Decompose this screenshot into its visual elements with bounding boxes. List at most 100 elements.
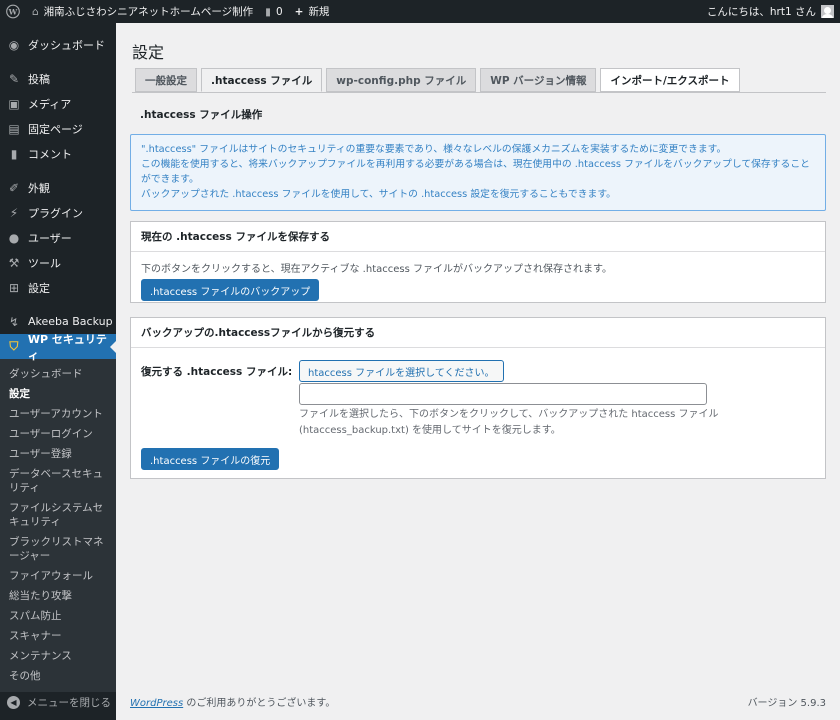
- submenu-item[interactable]: スキャナー: [0, 626, 116, 646]
- menu-label: Akeeba Backup: [28, 315, 113, 328]
- restore-description-line: ファイルを選択したら、下のボタンをクリックして、バックアップされた htacce…: [299, 409, 719, 420]
- backup-htaccess-button[interactable]: .htaccess ファイルのバックアップ: [141, 279, 320, 301]
- submenu-item[interactable]: ファイアウォール: [0, 566, 116, 586]
- plus-icon: +: [294, 5, 304, 18]
- menu-label: ツール: [28, 256, 61, 270]
- greeting: こんにちは、hrt1 さん: [706, 6, 816, 18]
- comment-icon: ▮: [10, 146, 18, 161]
- dashboard-icon: ◉: [8, 37, 20, 52]
- tab-htaccess[interactable]: .htaccess ファイル: [201, 68, 323, 92]
- page-icon: ▤: [8, 121, 20, 136]
- settings-icon: ⊞: [8, 280, 20, 295]
- new-content-link[interactable]: + 新規: [289, 0, 336, 23]
- settings-tabs: 一般設定 .htaccess ファイル wp-config.php ファイル W…: [135, 68, 744, 92]
- comment-icon: ▮: [265, 5, 271, 18]
- submenu-item[interactable]: ファイルシステムセキュリティ: [0, 498, 116, 532]
- svg-text:W: W: [8, 7, 18, 16]
- user-icon: ●: [8, 230, 20, 245]
- tab-wp-version[interactable]: WP バージョン情報: [480, 68, 597, 92]
- avatar: [821, 5, 834, 18]
- menu-label: 固定ページ: [28, 122, 83, 136]
- submenu-item[interactable]: ユーザーログイン: [0, 424, 116, 444]
- wordpress-logo-icon[interactable]: W: [0, 0, 26, 23]
- info-line: ".htaccess" ファイルはサイトのセキュリティの重要な要素であり、様々な…: [141, 144, 727, 155]
- info-line: この機能を使用すると、将来バックアップファイルを再利用する必要がある場合は、現在…: [141, 159, 810, 185]
- footer-thanks-text: のご利用ありがとうございます。: [183, 698, 336, 709]
- htaccess-file-path-input[interactable]: [299, 383, 707, 405]
- restore-postbox-title: バックアップの.htaccessファイルから復元する: [131, 318, 825, 348]
- restore-description-line: (htaccess_backup.txt) を使用してサイトを復元します。: [299, 425, 561, 436]
- submenu-item[interactable]: ダッシュボード: [0, 364, 116, 384]
- menu-comments[interactable]: ▮ コメント: [0, 141, 116, 166]
- select-htaccess-file-button[interactable]: htaccess ファイルを選択してください。: [299, 360, 504, 382]
- akeeba-icon: ↯: [8, 314, 20, 329]
- submenu-item[interactable]: メンテナンス: [0, 646, 116, 666]
- site-name: 湘南ふじさわシニアネットホームページ制作: [43, 6, 254, 18]
- backup-description: 下のボタンをクリックすると、現在アクティブな .htaccess ファイルがバッ…: [141, 264, 612, 275]
- submenu-item[interactable]: ユーザーアカウント: [0, 404, 116, 424]
- collapse-arrow-icon: ◀: [7, 696, 20, 709]
- submenu-item[interactable]: その他: [0, 666, 116, 686]
- submenu-item-settings[interactable]: 設定: [0, 384, 116, 404]
- menu-label: コメント: [28, 147, 72, 161]
- tab-wp-config[interactable]: wp-config.php ファイル: [326, 68, 477, 92]
- menu-label: ダッシュボード: [28, 38, 105, 52]
- backup-postbox-title: 現在の .htaccess ファイルを保存する: [131, 222, 825, 252]
- restore-htaccess-button[interactable]: .htaccess ファイルの復元: [141, 448, 280, 470]
- admin-bar: W ⌂ 湘南ふじさわシニアネットホームページ制作 ▮ 0 + 新規 こんにちは、…: [0, 0, 840, 23]
- menu-plugins[interactable]: ⚡ プラグイン: [0, 200, 116, 225]
- wordpress-link[interactable]: WordPress: [130, 698, 183, 709]
- collapse-menu-button[interactable]: ◀ メニューを閉じる: [0, 695, 111, 710]
- menu-label: 外観: [28, 181, 50, 195]
- footer-thanks: WordPress のご利用ありがとうございます。: [130, 694, 335, 709]
- tab-import-export[interactable]: インポート/エクスポート: [600, 68, 740, 92]
- media-icon: ▣: [8, 96, 20, 111]
- backup-postbox: 現在の .htaccess ファイルを保存する 下のボタンをクリックすると、現在…: [130, 221, 826, 303]
- menu-pages[interactable]: ▤ 固定ページ: [0, 116, 116, 141]
- main-content: 設定 一般設定 .htaccess ファイル wp-config.php ファイ…: [116, 23, 840, 720]
- tab-general[interactable]: 一般設定: [135, 68, 197, 92]
- pin-icon: ✎: [8, 71, 20, 86]
- comments-count: 0: [275, 5, 283, 18]
- collapse-label: メニューを閉じる: [27, 697, 111, 709]
- home-icon: ⌂: [32, 5, 39, 18]
- menu-wp-security[interactable]: ⛉ WP セキュリティ: [0, 333, 116, 362]
- menu-label: ユーザー: [28, 231, 72, 245]
- menu-label: 設定: [28, 281, 50, 295]
- my-account-link[interactable]: こんにちは、hrt1 さん: [701, 0, 840, 23]
- restore-postbox: バックアップの.htaccessファイルから復元する 復元する .htacces…: [130, 317, 826, 479]
- section-title: .htaccess ファイル操作: [140, 109, 263, 121]
- comments-link[interactable]: ▮ 0: [259, 0, 288, 23]
- submenu-item[interactable]: ユーザー登録: [0, 444, 116, 464]
- shield-icon: ⛉: [9, 339, 19, 353]
- menu-label: 投稿: [28, 72, 50, 86]
- info-line: バックアップされた .htaccess ファイルを使用して、サイトの .htac…: [141, 189, 616, 200]
- menu-label: プラグイン: [28, 206, 83, 220]
- submenu-item[interactable]: ブラックリストマネージャー: [0, 532, 116, 566]
- brush-icon: ✐: [8, 180, 20, 195]
- admin-sidebar: ◉ ダッシュボード ✎ 投稿 ▣ メディア ▤ 固定ページ ▮ コメント ✐ 外…: [0, 23, 116, 720]
- restore-file-label: 復元する .htaccess ファイル:: [141, 366, 293, 378]
- submenu-item[interactable]: 総当たり攻撃: [0, 586, 116, 606]
- plugin-icon: ⚡: [9, 205, 19, 220]
- menu-posts[interactable]: ✎ 投稿: [0, 66, 116, 91]
- wp-security-submenu: ダッシュボード 設定 ユーザーアカウント ユーザーログイン ユーザー登録 データ…: [0, 359, 116, 692]
- site-name-link[interactable]: ⌂ 湘南ふじさわシニアネットホームページ制作: [26, 0, 259, 23]
- menu-settings[interactable]: ⊞ 設定: [0, 275, 116, 300]
- tabs-divider: [132, 92, 826, 93]
- wrench-icon: ⚒: [8, 255, 20, 270]
- new-label: 新規: [308, 6, 330, 18]
- menu-label: WP セキュリティ: [27, 332, 107, 362]
- menu-media[interactable]: ▣ メディア: [0, 91, 116, 116]
- menu-appearance[interactable]: ✐ 外観: [0, 175, 116, 200]
- menu-users[interactable]: ● ユーザー: [0, 225, 116, 250]
- info-notice: ".htaccess" ファイルはサイトのセキュリティの重要な要素であり、様々な…: [130, 134, 826, 211]
- menu-label: メディア: [28, 97, 72, 111]
- menu-tools[interactable]: ⚒ ツール: [0, 250, 116, 275]
- footer-version: バージョン 5.9.3: [747, 698, 826, 709]
- submenu-item[interactable]: データベースセキュリティ: [0, 464, 116, 498]
- menu-dashboard[interactable]: ◉ ダッシュボード: [0, 32, 116, 57]
- restore-description: ファイルを選択したら、下のボタンをクリックして、バックアップされた htacce…: [299, 407, 739, 439]
- submenu-item[interactable]: スパム防止: [0, 606, 116, 626]
- page-title: 設定: [132, 43, 165, 62]
